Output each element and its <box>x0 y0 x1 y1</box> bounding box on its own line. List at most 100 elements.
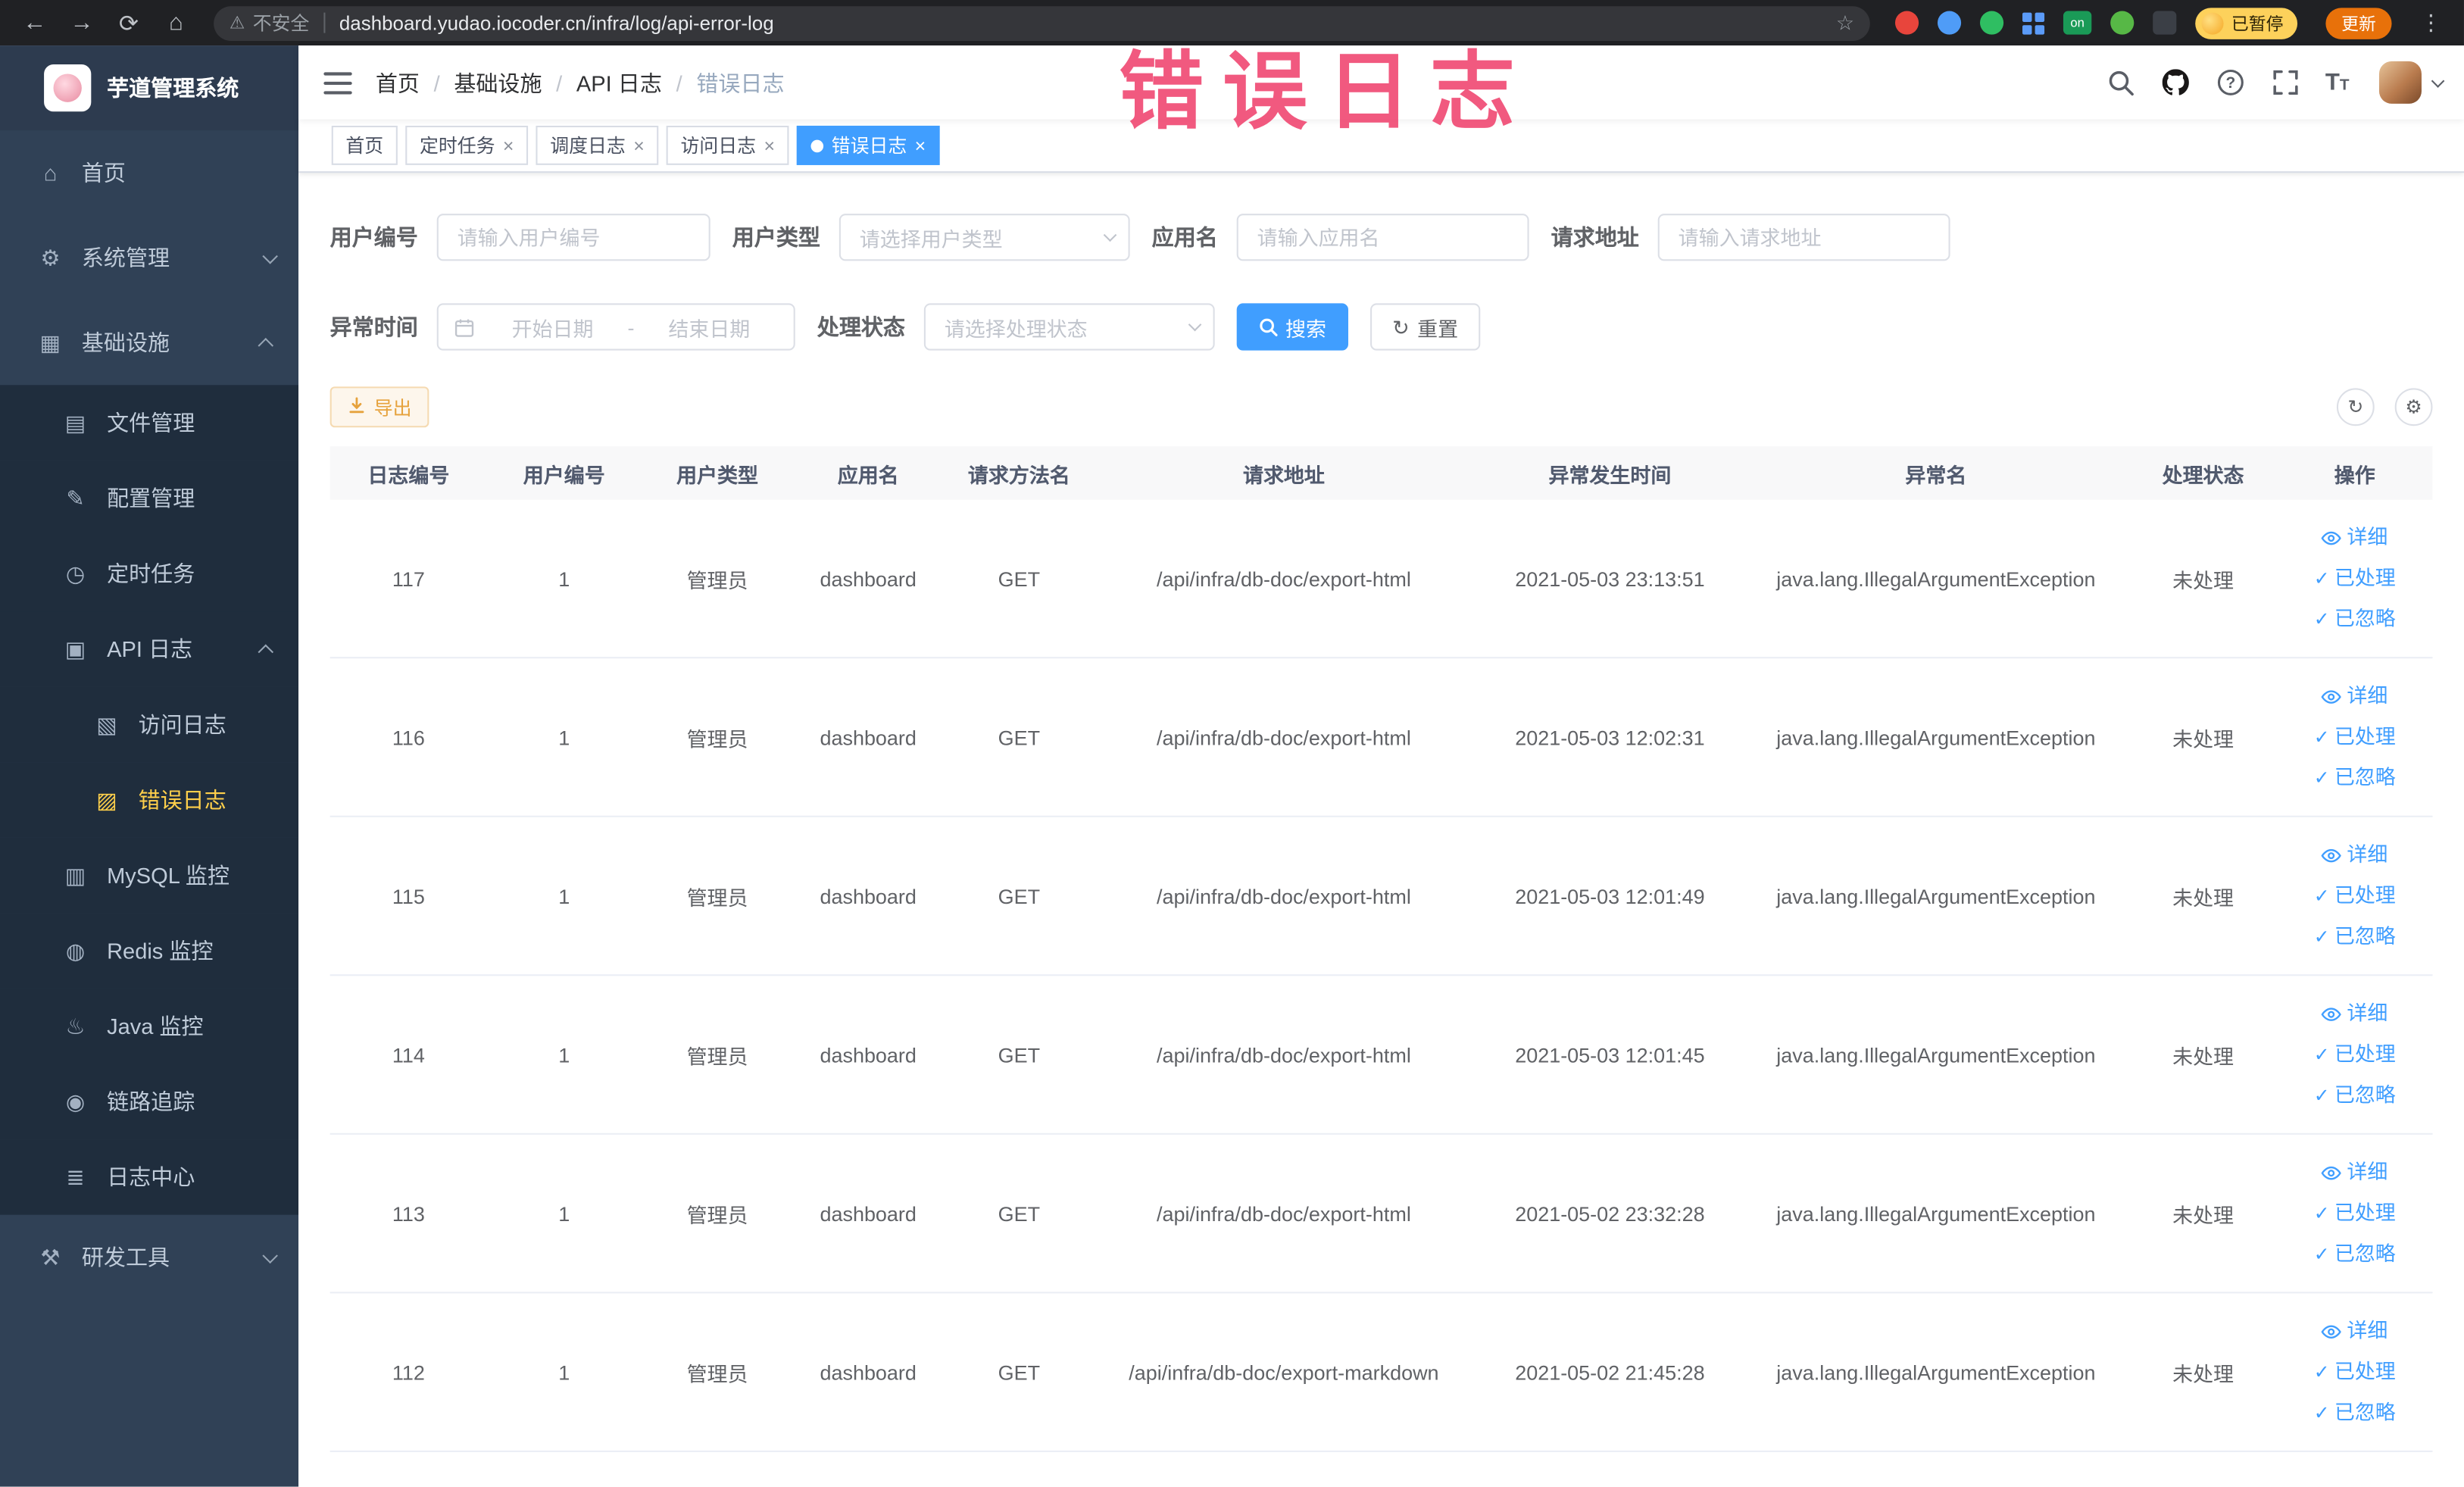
cell-status: 未处理 <box>2172 726 2234 751</box>
sidebar-item-system-management[interactable]: ⚙ 系统管理 <box>0 215 298 300</box>
browser-forward-icon[interactable]: → <box>63 9 101 36</box>
sidebar-item-log-center[interactable]: ≣ 日志中心 <box>0 1139 299 1215</box>
sidebar-item-file-management[interactable]: ▤ 文件管理 <box>0 385 299 461</box>
browser-home-icon[interactable]: ⌂ <box>157 9 195 36</box>
extension-icon-leaf[interactable] <box>2110 11 2135 35</box>
extension-icon-green[interactable] <box>1979 11 2004 35</box>
action-detail[interactable]: 详细 <box>2322 1314 2387 1348</box>
browser-update-button[interactable]: 更新 <box>2325 7 2392 39</box>
reset-button[interactable]: ↻ 重置 <box>1370 303 1481 351</box>
browser-back-icon[interactable]: ← <box>16 9 54 36</box>
action-ignored[interactable]: ✓ 已忽略 <box>2314 920 2396 954</box>
breadcrumb-item-home[interactable]: 首页 <box>376 67 420 98</box>
sidebar-item-java-monitor[interactable]: ♨ Java 监控 <box>0 988 299 1064</box>
extension-icon-plug[interactable] <box>2153 11 2177 35</box>
navbar-tools: ? TT <box>2105 61 2445 104</box>
action-processed[interactable]: ✓ 已处理 <box>2314 561 2396 596</box>
action-processed[interactable]: ✓ 已处理 <box>2314 1354 2396 1389</box>
java-icon: ♨ <box>65 1013 86 1039</box>
tab-close-icon[interactable]: × <box>764 136 775 155</box>
extension-icon-red[interactable] <box>1894 11 1919 35</box>
github-icon[interactable] <box>2160 67 2191 98</box>
action-label: 已处理 <box>2334 565 2396 589</box>
app-name-input[interactable] <box>1236 214 1529 261</box>
app-logo[interactable]: 芋道管理系统 <box>0 45 299 131</box>
search-button[interactable]: 搜索 <box>1236 303 1349 351</box>
tab-home[interactable]: 首页 <box>331 125 398 165</box>
help-icon[interactable]: ? <box>2216 67 2247 98</box>
extension-icon-blue[interactable] <box>1937 11 1962 35</box>
exception-time-range-picker[interactable]: 开始日期 - 结束日期 <box>436 303 795 351</box>
cell-log-id: 114 <box>392 1042 425 1067</box>
action-detail[interactable]: 详细 <box>2322 679 2387 714</box>
tab-close-icon[interactable]: × <box>503 136 514 155</box>
sidebar-item-label: 日志中心 <box>107 1164 195 1190</box>
cell-status: 未处理 <box>2172 1203 2234 1227</box>
check-icon: ✓ <box>2313 567 2330 589</box>
export-button[interactable]: 导出 <box>329 386 429 428</box>
action-detail[interactable]: 详细 <box>2322 996 2387 1031</box>
extension-icon-on[interactable]: on <box>2063 11 2092 35</box>
tab-scheduled-tasks[interactable]: 定时任务 × <box>405 125 529 165</box>
sidebar-item-infrastructure[interactable]: ▦ 基础设施 <box>0 300 298 385</box>
action-ignored[interactable]: ✓ 已忽略 <box>2314 1078 2396 1113</box>
sidebar-item-error-log[interactable]: ▨ 错误日志 <box>0 762 299 838</box>
action-ignored[interactable]: ✓ 已忽略 <box>2314 602 2396 637</box>
sidebar-item-tracing[interactable]: ◉ 链路追踪 <box>0 1064 299 1140</box>
sidebar-item-config-management[interactable]: ✎ 配置管理 <box>0 460 299 536</box>
sidebar-item-api-logs[interactable]: ▣ API 日志 <box>0 611 299 687</box>
refresh-table-button[interactable]: ↻ <box>2336 388 2375 426</box>
action-processed[interactable]: ✓ 已处理 <box>2314 1037 2396 1072</box>
check-icon: ✓ <box>2313 1202 2330 1225</box>
request-url-input[interactable] <box>1657 214 1950 261</box>
cell-request-url: /api/infra/db-doc/export-html <box>1157 1201 1411 1226</box>
cell-user-id: 1 <box>558 1360 570 1384</box>
action-processed[interactable]: ✓ 已处理 <box>2314 1196 2396 1231</box>
tab-close-icon[interactable]: × <box>633 136 645 155</box>
user-id-input[interactable] <box>436 214 710 261</box>
process-status-select[interactable]: 请选择处理状态 <box>923 303 1215 351</box>
action-label: 已处理 <box>2334 1359 2396 1383</box>
sidebar-item-mysql-monitor[interactable]: ▥ MySQL 监控 <box>0 837 299 914</box>
cell-actions: 详细 ✓ 已处理 ✓ 已忽略 <box>2281 520 2428 637</box>
search-icon[interactable] <box>2105 67 2136 98</box>
tab-error-log[interactable]: 错误日志 × <box>797 125 940 165</box>
sidebar-item-scheduled-tasks[interactable]: ◷ 定时任务 <box>0 536 299 612</box>
user-menu[interactable] <box>2378 61 2445 104</box>
sidebar-item-home[interactable]: ⌂ 首页 <box>0 130 298 215</box>
log-icon: ▣ <box>64 636 86 661</box>
column-settings-button[interactable]: ⚙ <box>2394 388 2433 426</box>
browser-menu-icon[interactable]: ⋮ <box>2420 9 2442 36</box>
address-bar[interactable]: ⚠ 不安全 dashboard.yudao.iocoder.cn/infra/l… <box>214 5 1870 40</box>
fullscreen-icon[interactable] <box>2270 67 2301 98</box>
sidebar-toggle[interactable] <box>322 67 353 98</box>
redis-icon: ◍ <box>65 937 86 963</box>
table-row: 115 1 管理员 dashboard GET /api/infra/db-do… <box>329 817 2433 976</box>
action-ignored[interactable]: ✓ 已忽略 <box>2314 761 2396 795</box>
breadcrumb-item-current: 错误日志 <box>696 70 785 95</box>
bookmark-star-icon[interactable]: ☆ <box>1836 10 1854 35</box>
browser-refresh-icon[interactable]: ⟳ <box>110 8 148 36</box>
refresh-icon: ↻ <box>1392 314 1410 339</box>
action-detail[interactable]: 详细 <box>2322 1155 2387 1190</box>
action-detail[interactable]: 详细 <box>2322 838 2387 873</box>
font-size-icon[interactable]: TT <box>2325 70 2350 94</box>
sidebar-item-redis-monitor[interactable]: ◍ Redis 监控 <box>0 913 299 989</box>
sidebar-item-access-log[interactable]: ▧ 访问日志 <box>0 686 299 763</box>
action-label: 详细 <box>2347 1318 2388 1342</box>
user-type-select[interactable]: 请选择用户类型 <box>839 214 1130 261</box>
action-processed[interactable]: ✓ 已处理 <box>2314 879 2396 914</box>
tab-access-log[interactable]: 访问日志 × <box>666 125 789 165</box>
action-ignored[interactable]: ✓ 已忽略 <box>2314 1237 2396 1272</box>
tab-dispatch-log[interactable]: 调度日志 × <box>536 125 659 165</box>
breadcrumb-item-api-logs: API 日志 <box>576 70 662 95</box>
sidebar-item-dev-tools[interactable]: ⚒ 研发工具 <box>0 1215 298 1300</box>
action-ignored[interactable]: ✓ 已忽略 <box>2314 1395 2396 1430</box>
profile-paused-chip[interactable]: 已暂停 <box>2195 7 2298 39</box>
extensions-area: on 已暂停 更新 ⋮ <box>1889 7 2449 39</box>
chevron-down-icon <box>262 248 278 264</box>
action-detail[interactable]: 详细 <box>2322 520 2387 555</box>
tab-close-icon[interactable]: × <box>915 136 926 155</box>
extension-icon-grid[interactable] <box>2022 11 2045 34</box>
action-processed[interactable]: ✓ 已处理 <box>2314 720 2396 754</box>
